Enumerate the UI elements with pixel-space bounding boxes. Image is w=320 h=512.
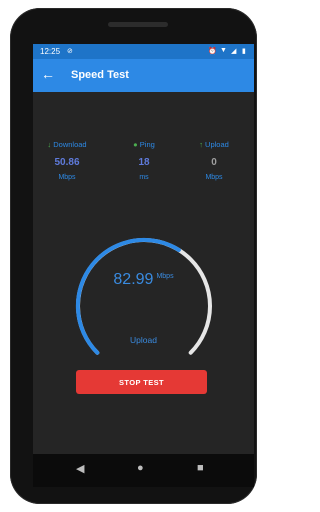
back-arrow-icon[interactable]: ←: [41, 66, 55, 82]
ping-value: 18: [138, 157, 150, 168]
stop-test-button[interactable]: STOP TEST: [76, 370, 207, 394]
download-arrow-icon: ↓: [47, 140, 52, 149]
download-value: 50.86: [54, 157, 80, 168]
app-bar: ← Speed Test: [33, 59, 254, 92]
download-stat: ↓ Download 50.86 Mbps: [37, 140, 97, 181]
upload-unit: Mbps: [205, 174, 223, 181]
speed-gauge: [75, 238, 212, 355]
gauge-unit: Mbps: [156, 272, 174, 280]
home-circle-icon[interactable]: ●: [137, 462, 144, 474]
screen: 12:25 ⊘ ⏰ ▼ ◢ ▮ ← Speed Test ↓ Download …: [33, 44, 254, 487]
gauge-value: 82.99: [113, 271, 154, 288]
download-unit: Mbps: [58, 174, 76, 181]
vpn-icon: ⊘: [67, 48, 73, 55]
upload-value: 0: [211, 157, 217, 168]
recents-square-icon[interactable]: ■: [197, 462, 204, 474]
gauge-label: Upload: [130, 335, 157, 345]
alarm-icon: ⏰: [208, 48, 217, 55]
back-triangle-icon[interactable]: ◀: [76, 462, 84, 475]
signal-icon: ◢: [231, 48, 237, 55]
navigation-bar: ◀ ● ■: [33, 454, 254, 487]
ping-unit: ms: [139, 174, 149, 181]
upload-arrow-icon: ↑: [199, 140, 203, 149]
battery-icon: ▮: [242, 48, 246, 55]
ping-label: ● Ping: [133, 140, 155, 149]
page-title: Speed Test: [71, 69, 129, 81]
gauge-readout: 82.99 Mbps: [33, 271, 254, 289]
upload-stat: ↑ Upload 0 Mbps: [184, 140, 244, 181]
wifi-icon: ▼: [220, 47, 227, 54]
ping-dot-icon: ●: [133, 140, 138, 149]
status-bar: 12:25 ⊘ ⏰ ▼ ◢ ▮: [33, 44, 254, 59]
download-label: ↓ Download: [47, 140, 87, 149]
upload-label: ↑ Upload: [199, 140, 229, 149]
ping-stat: ● Ping 18 ms: [114, 140, 174, 181]
status-time: 12:25: [40, 47, 61, 56]
earpiece-speaker: [108, 22, 168, 27]
phone-frame: 12:25 ⊘ ⏰ ▼ ◢ ▮ ← Speed Test ↓ Download …: [10, 8, 257, 504]
